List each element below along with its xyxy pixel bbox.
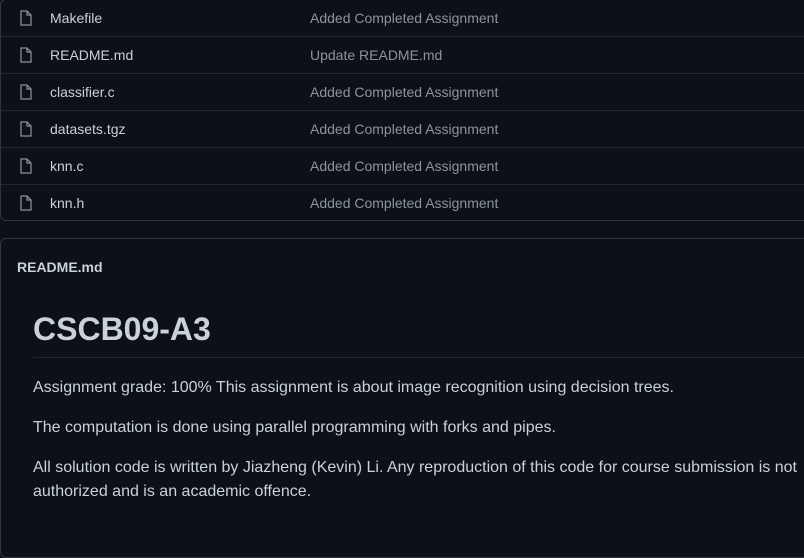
file-icon bbox=[20, 121, 32, 137]
readme-paragraph: All solution code is written by Jiazheng… bbox=[33, 459, 797, 500]
file-name-link[interactable]: datasets.tgz bbox=[50, 121, 126, 137]
readme-paragraph: Assignment grade: 100% This assignment i… bbox=[33, 379, 674, 396]
commit-message-link[interactable]: Added Completed Assignment bbox=[310, 195, 498, 211]
commit-message-link[interactable]: Added Completed Assignment bbox=[310, 158, 498, 174]
readme-paragraph: The computation is done using parallel p… bbox=[33, 419, 556, 436]
file-row[interactable]: Makefile Added Completed Assignment bbox=[1, 0, 804, 36]
file-row[interactable]: datasets.tgz Added Completed Assignment bbox=[1, 110, 804, 147]
commit-message-link[interactable]: Added Completed Assignment bbox=[310, 10, 498, 26]
file-name-link[interactable]: knn.c bbox=[50, 158, 83, 174]
file-icon bbox=[20, 84, 32, 100]
file-icon bbox=[20, 195, 32, 211]
file-name-link[interactable]: Makefile bbox=[50, 10, 102, 26]
commit-message-link[interactable]: Added Completed Assignment bbox=[310, 121, 498, 137]
readme-title: CSCB09-A3 bbox=[33, 311, 211, 347]
readme-header[interactable]: README.md bbox=[17, 259, 103, 275]
file-row[interactable]: knn.h Added Completed Assignment bbox=[1, 184, 804, 221]
file-row[interactable]: classifier.c Added Completed Assignment bbox=[1, 73, 804, 110]
title-divider bbox=[33, 357, 804, 358]
file-icon bbox=[20, 158, 32, 174]
file-name-link[interactable]: knn.h bbox=[50, 195, 84, 211]
file-icon bbox=[20, 47, 32, 63]
file-row[interactable]: README.md Update README.md bbox=[1, 36, 804, 73]
file-icon bbox=[20, 10, 32, 26]
commit-message-link[interactable]: Added Completed Assignment bbox=[310, 84, 498, 100]
file-name-link[interactable]: README.md bbox=[50, 47, 133, 63]
readme-panel: README.md CSCB09-A3 Assignment grade: 10… bbox=[0, 238, 804, 558]
file-name-link[interactable]: classifier.c bbox=[50, 84, 115, 100]
file-row[interactable]: knn.c Added Completed Assignment bbox=[1, 147, 804, 184]
commit-message-link[interactable]: Update README.md bbox=[310, 47, 442, 63]
file-list: Makefile Added Completed Assignment READ… bbox=[0, 0, 804, 221]
